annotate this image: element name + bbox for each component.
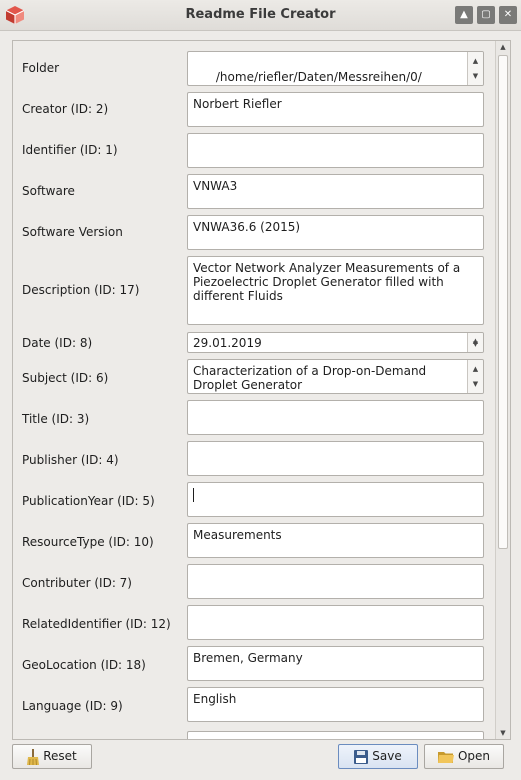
software-field[interactable]: VNWA3	[187, 174, 484, 209]
title-field[interactable]	[187, 400, 484, 435]
language-field[interactable]: English	[187, 687, 484, 722]
scroll-down-arrow-icon[interactable]: ▼	[468, 69, 483, 83]
scroll-up-arrow-icon[interactable]: ▲	[468, 362, 483, 376]
scrollbar-thumb[interactable]	[498, 55, 508, 549]
folder-field[interactable]: /home/riefler/Daten/Messreihen/0/ Tropfe…	[187, 51, 484, 86]
description-label: Description (ID: 17)	[22, 283, 140, 297]
maximize-button[interactable]: ▢	[477, 6, 495, 24]
language-label: Language (ID: 9)	[22, 699, 123, 713]
next-field-partial[interactable]	[187, 731, 484, 739]
reset-button[interactable]: Reset	[12, 744, 92, 769]
open-button[interactable]: Open	[424, 744, 504, 769]
title-label: Title (ID: 3)	[22, 412, 90, 426]
geolocation-label: GeoLocation (ID: 18)	[22, 658, 146, 672]
resource-type-field[interactable]: Measurements	[187, 523, 484, 558]
scroll-up-arrow-icon[interactable]: ▲	[496, 43, 510, 51]
folder-label: Folder	[22, 61, 60, 75]
subject-field[interactable]: Characterization of a Drop-on-Demand Dro…	[187, 359, 484, 394]
date-spinbox-buttons[interactable]: ▲ ▼	[467, 333, 483, 352]
floppy-disk-icon	[354, 749, 369, 764]
title-bar: Readme File Creator ▲ ▢ ✕	[0, 0, 521, 31]
folder-icon	[437, 752, 454, 763]
resource-type-label: ResourceType (ID: 10)	[22, 535, 154, 549]
broom-icon	[27, 748, 40, 765]
window-title: Readme File Creator	[185, 7, 336, 22]
save-button[interactable]: Save	[338, 744, 418, 769]
form-scrollbar[interactable]: ▲ ▼	[495, 41, 510, 739]
folder-field-scrollbar[interactable]: ▲ ▼	[467, 52, 483, 85]
publication-year-label: PublicationYear (ID: 5)	[22, 494, 155, 508]
creator-label: Creator (ID: 2)	[22, 102, 109, 116]
publisher-field[interactable]	[187, 441, 484, 476]
related-identifier-label: RelatedIdentifier (ID: 12)	[22, 617, 171, 631]
date-field[interactable]: 29.01.2019 ▲ ▼	[187, 332, 484, 353]
software-label: Software	[22, 184, 75, 198]
contributer-field[interactable]	[187, 564, 484, 599]
description-field[interactable]: Vector Network Analyzer Measurements of …	[187, 256, 484, 325]
scroll-down-arrow-icon[interactable]: ▼	[496, 729, 510, 737]
geolocation-field[interactable]: Bremen, Germany	[187, 646, 484, 681]
related-identifier-field[interactable]	[187, 605, 484, 640]
scroll-up-arrow-icon[interactable]: ▲	[468, 54, 483, 68]
scroll-down-arrow-icon[interactable]: ▼	[468, 377, 483, 391]
subject-field-scrollbar[interactable]: ▲ ▼	[467, 360, 483, 393]
close-button[interactable]: ✕	[499, 6, 517, 24]
text-cursor	[193, 487, 194, 502]
contributer-label: Contributer (ID: 7)	[22, 576, 132, 590]
form-scroll-area[interactable]: Folder /home/riefler/Daten/Messreihen/0/…	[12, 40, 511, 740]
subject-label: Subject (ID: 6)	[22, 371, 109, 385]
date-label: Date (ID: 8)	[22, 336, 93, 350]
identifier-field[interactable]	[187, 133, 484, 168]
publisher-label: Publisher (ID: 4)	[22, 453, 119, 467]
software-version-label: Software Version	[22, 225, 123, 239]
software-version-field[interactable]: VNWA36.6 (2015)	[187, 215, 484, 250]
publication-year-field[interactable]	[187, 482, 484, 517]
keep-above-button[interactable]: ▲	[455, 6, 473, 24]
creator-field[interactable]: Norbert Riefler	[187, 92, 484, 127]
spin-down-arrow-icon[interactable]: ▼	[468, 337, 483, 351]
identifier-label: Identifier (ID: 1)	[22, 143, 118, 157]
